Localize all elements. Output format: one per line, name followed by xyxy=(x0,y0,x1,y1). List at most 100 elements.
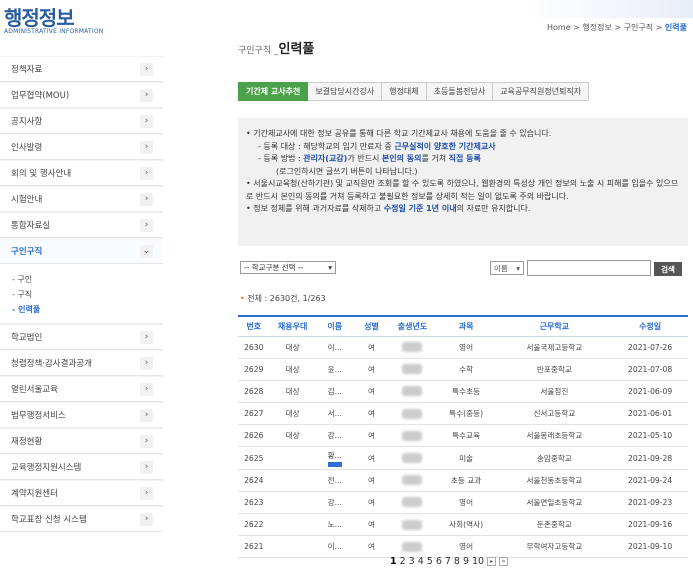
column-header-no: 번호 xyxy=(238,315,270,337)
sidebar-item-label: 구인구직 xyxy=(11,247,43,257)
chevron-right-icon: › xyxy=(140,140,153,154)
cell-school: 송암중학교 xyxy=(496,446,613,470)
cell-sex: 여 xyxy=(353,424,390,448)
page-title: 구인구직 _인력풀 xyxy=(238,42,315,57)
sidebar-item-label: 재정현황 xyxy=(11,437,43,447)
total-count-text: 전체 : 2630건, 1/263 xyxy=(247,294,326,303)
page-link-3[interactable]: 3 xyxy=(409,556,415,567)
cell-modified: 2021-09-10 xyxy=(612,535,688,559)
cell-name[interactable]: 윤... xyxy=(315,358,354,381)
cell-birth-year xyxy=(389,513,436,537)
header-decoration xyxy=(523,0,693,18)
page-link-6[interactable]: 6 xyxy=(436,556,442,567)
sub-item-hiring[interactable]: - 구인 xyxy=(12,272,163,287)
cell-name[interactable]: 김... xyxy=(315,380,354,404)
chevron-right-icon: › xyxy=(140,192,153,206)
breadcrumb-level1[interactable]: 행정정보 xyxy=(582,23,611,32)
table-row[interactable]: 2621 이... 여 영어 무학여자고등학교 2021-09-10 xyxy=(238,535,688,559)
cell-name[interactable]: 이... xyxy=(315,336,354,359)
page-link-5[interactable]: 5 xyxy=(427,556,433,567)
table-row[interactable]: 2625 황... 여 미술 송암중학교 2021-09-28 xyxy=(238,446,688,470)
table-row[interactable]: 2622 노... 여 사회(역사) 둔촌중학교 2021-09-16 xyxy=(238,513,688,537)
sidebar-item-open-edu[interactable]: 열린서울교육 › xyxy=(0,376,163,402)
next-page-icon[interactable]: ▸ xyxy=(487,557,497,566)
sidebar-item-exams[interactable]: 시험안내 › xyxy=(0,186,163,212)
page-link-1[interactable]: 1 xyxy=(390,556,397,567)
tab-part-time-lecturer[interactable]: 보결담당시간강사 xyxy=(308,82,383,101)
sidebar-item-label: 정책자료 xyxy=(11,65,43,75)
search-button[interactable]: 검색 xyxy=(654,262,682,276)
sidebar-item-integrity[interactable]: 청렴정책·감사결과공개 › xyxy=(0,350,163,376)
table-row[interactable]: 2624 전... 여 초등 교과 서울천동초등학교 2021-09-24 xyxy=(238,469,688,492)
sidebar-item-label: 업무협약(MOU) xyxy=(11,91,70,101)
cell-no: 2626 xyxy=(238,424,270,448)
column-header-modified: 수정일 xyxy=(612,315,688,337)
tab-retired-staff[interactable]: 교육공무직원정년퇴직자 xyxy=(493,82,590,101)
tab-bar: 기간제 교사추천 보결담당시간강사 행정대체 초등돌봄전담사 교육공무직원정년퇴… xyxy=(238,82,590,101)
sidebar-item-award[interactable]: 학교표창 신청 시스템 › xyxy=(0,506,163,532)
school-type-select[interactable]: -- 학교구분 선택 -- ▾ xyxy=(240,261,336,274)
last-page-icon[interactable]: » xyxy=(499,557,509,566)
sidebar-item-admin-system[interactable]: 교육행정지원시스템 › xyxy=(0,454,163,480)
cell-subject: 미술 xyxy=(435,446,497,470)
chevron-right-icon: › xyxy=(140,382,153,396)
sidebar: 행정정보 ADMINISTRATIVE INFORMATION 정책자료 › 업무… xyxy=(0,0,163,570)
tab-care-staff[interactable]: 초등돌봄전담사 xyxy=(426,82,494,101)
sidebar-item-meetings[interactable]: 회의 및 행사안내 › xyxy=(0,160,163,186)
cell-preference: 대상 xyxy=(269,380,316,404)
sidebar-item-finance[interactable]: 재정현황 › xyxy=(0,428,163,454)
table-row[interactable]: 2630 대상 이... 여 영어 서울국제고등학교 2021-07-26 xyxy=(238,336,688,359)
cell-modified: 2021-09-16 xyxy=(612,513,688,537)
table-row[interactable]: 2626 대상 강... 여 특수교육 서울봉래초등학교 2021-05-10 xyxy=(238,424,688,448)
sidebar-item-policy[interactable]: 정책자료 › xyxy=(0,56,163,82)
table-row[interactable]: 2629 대상 윤... 여 수학 반포중학교 2021-07-08 xyxy=(238,358,688,381)
page-link-4[interactable]: 4 xyxy=(418,556,424,567)
cell-school: 무학여자고등학교 xyxy=(496,535,613,559)
table-row[interactable]: 2623 강... 여 영어 서울면일초등학교 2021-09-23 xyxy=(238,491,688,515)
breadcrumb-level2[interactable]: 구인구직 xyxy=(624,23,653,32)
sidebar-item-archive[interactable]: 통합자료실 › xyxy=(0,212,163,238)
tab-substitute-teacher[interactable]: 기간제 교사추천 xyxy=(238,82,309,101)
sidebar-item-personnel[interactable]: 인사발령 › xyxy=(0,134,163,160)
chevron-right-icon: › xyxy=(140,460,153,474)
cell-name[interactable]: 황... xyxy=(315,446,354,470)
tab-admin-substitute[interactable]: 행정대체 xyxy=(382,82,427,101)
sub-item-seeking[interactable]: - 구직 xyxy=(12,287,163,302)
sub-menu: - 구인 - 구직 - 인력풀 xyxy=(0,264,163,324)
search-field-select[interactable]: 이름 ▾ xyxy=(490,261,524,275)
breadcrumb: Home > 행정정보 > 구인구직 > 인력풀 xyxy=(547,22,687,33)
cell-sex: 여 xyxy=(353,491,390,515)
page-link-7[interactable]: 7 xyxy=(445,556,451,567)
breadcrumb-separator: > xyxy=(655,23,663,32)
sub-item-talent-pool[interactable]: - 인력풀 xyxy=(12,302,163,317)
table-row[interactable]: 2628 대상 김... 여 특수초등 서울정진 2021-06-09 xyxy=(238,380,688,404)
cell-birth-year xyxy=(389,424,436,448)
cell-name[interactable]: 이... xyxy=(315,535,354,559)
cell-name[interactable]: 서... xyxy=(315,402,354,426)
sidebar-item-notice[interactable]: 공지사항 › xyxy=(0,108,163,134)
cell-sex: 여 xyxy=(353,469,390,492)
cell-no: 2629 xyxy=(238,358,270,381)
search-input[interactable] xyxy=(527,260,651,276)
table-row[interactable]: 2627 대상 서... 여 특수(중등) 신서고등학교 2021-06-01 xyxy=(238,402,688,426)
cell-birth-year xyxy=(389,402,436,426)
sidebar-item-jobs[interactable]: 구인구직 ⌄ xyxy=(0,238,163,264)
cell-name[interactable]: 강... xyxy=(315,491,354,515)
sidebar-item-school-corp[interactable]: 학교법인 › xyxy=(0,324,163,350)
cell-name-text: 황... xyxy=(327,450,342,460)
breadcrumb-home[interactable]: Home xyxy=(547,23,571,32)
page-link-9[interactable]: 9 xyxy=(463,556,469,567)
page-link-10[interactable]: 10 xyxy=(472,556,484,567)
sidebar-item-mou[interactable]: 업무협약(MOU) › xyxy=(0,82,163,108)
sidebar-item-contract[interactable]: 계약지원센터 › xyxy=(0,480,163,506)
cell-name[interactable]: 전... xyxy=(315,469,354,492)
cell-name[interactable]: 노... xyxy=(315,513,354,537)
page-link-8[interactable]: 8 xyxy=(454,556,460,567)
page-link-2[interactable]: 2 xyxy=(400,556,406,567)
cell-name[interactable]: 강... xyxy=(315,424,354,448)
cell-modified: 2021-07-08 xyxy=(612,358,688,381)
breadcrumb-separator: > xyxy=(614,23,622,32)
notice-line: • 기간제교사에 대한 정보 공유를 통해 다른 학교 기간제교사 채용에 도움… xyxy=(246,129,552,138)
sidebar-item-legal[interactable]: 법무행정서비스 › xyxy=(0,402,163,428)
chevron-right-icon: › xyxy=(140,62,153,76)
